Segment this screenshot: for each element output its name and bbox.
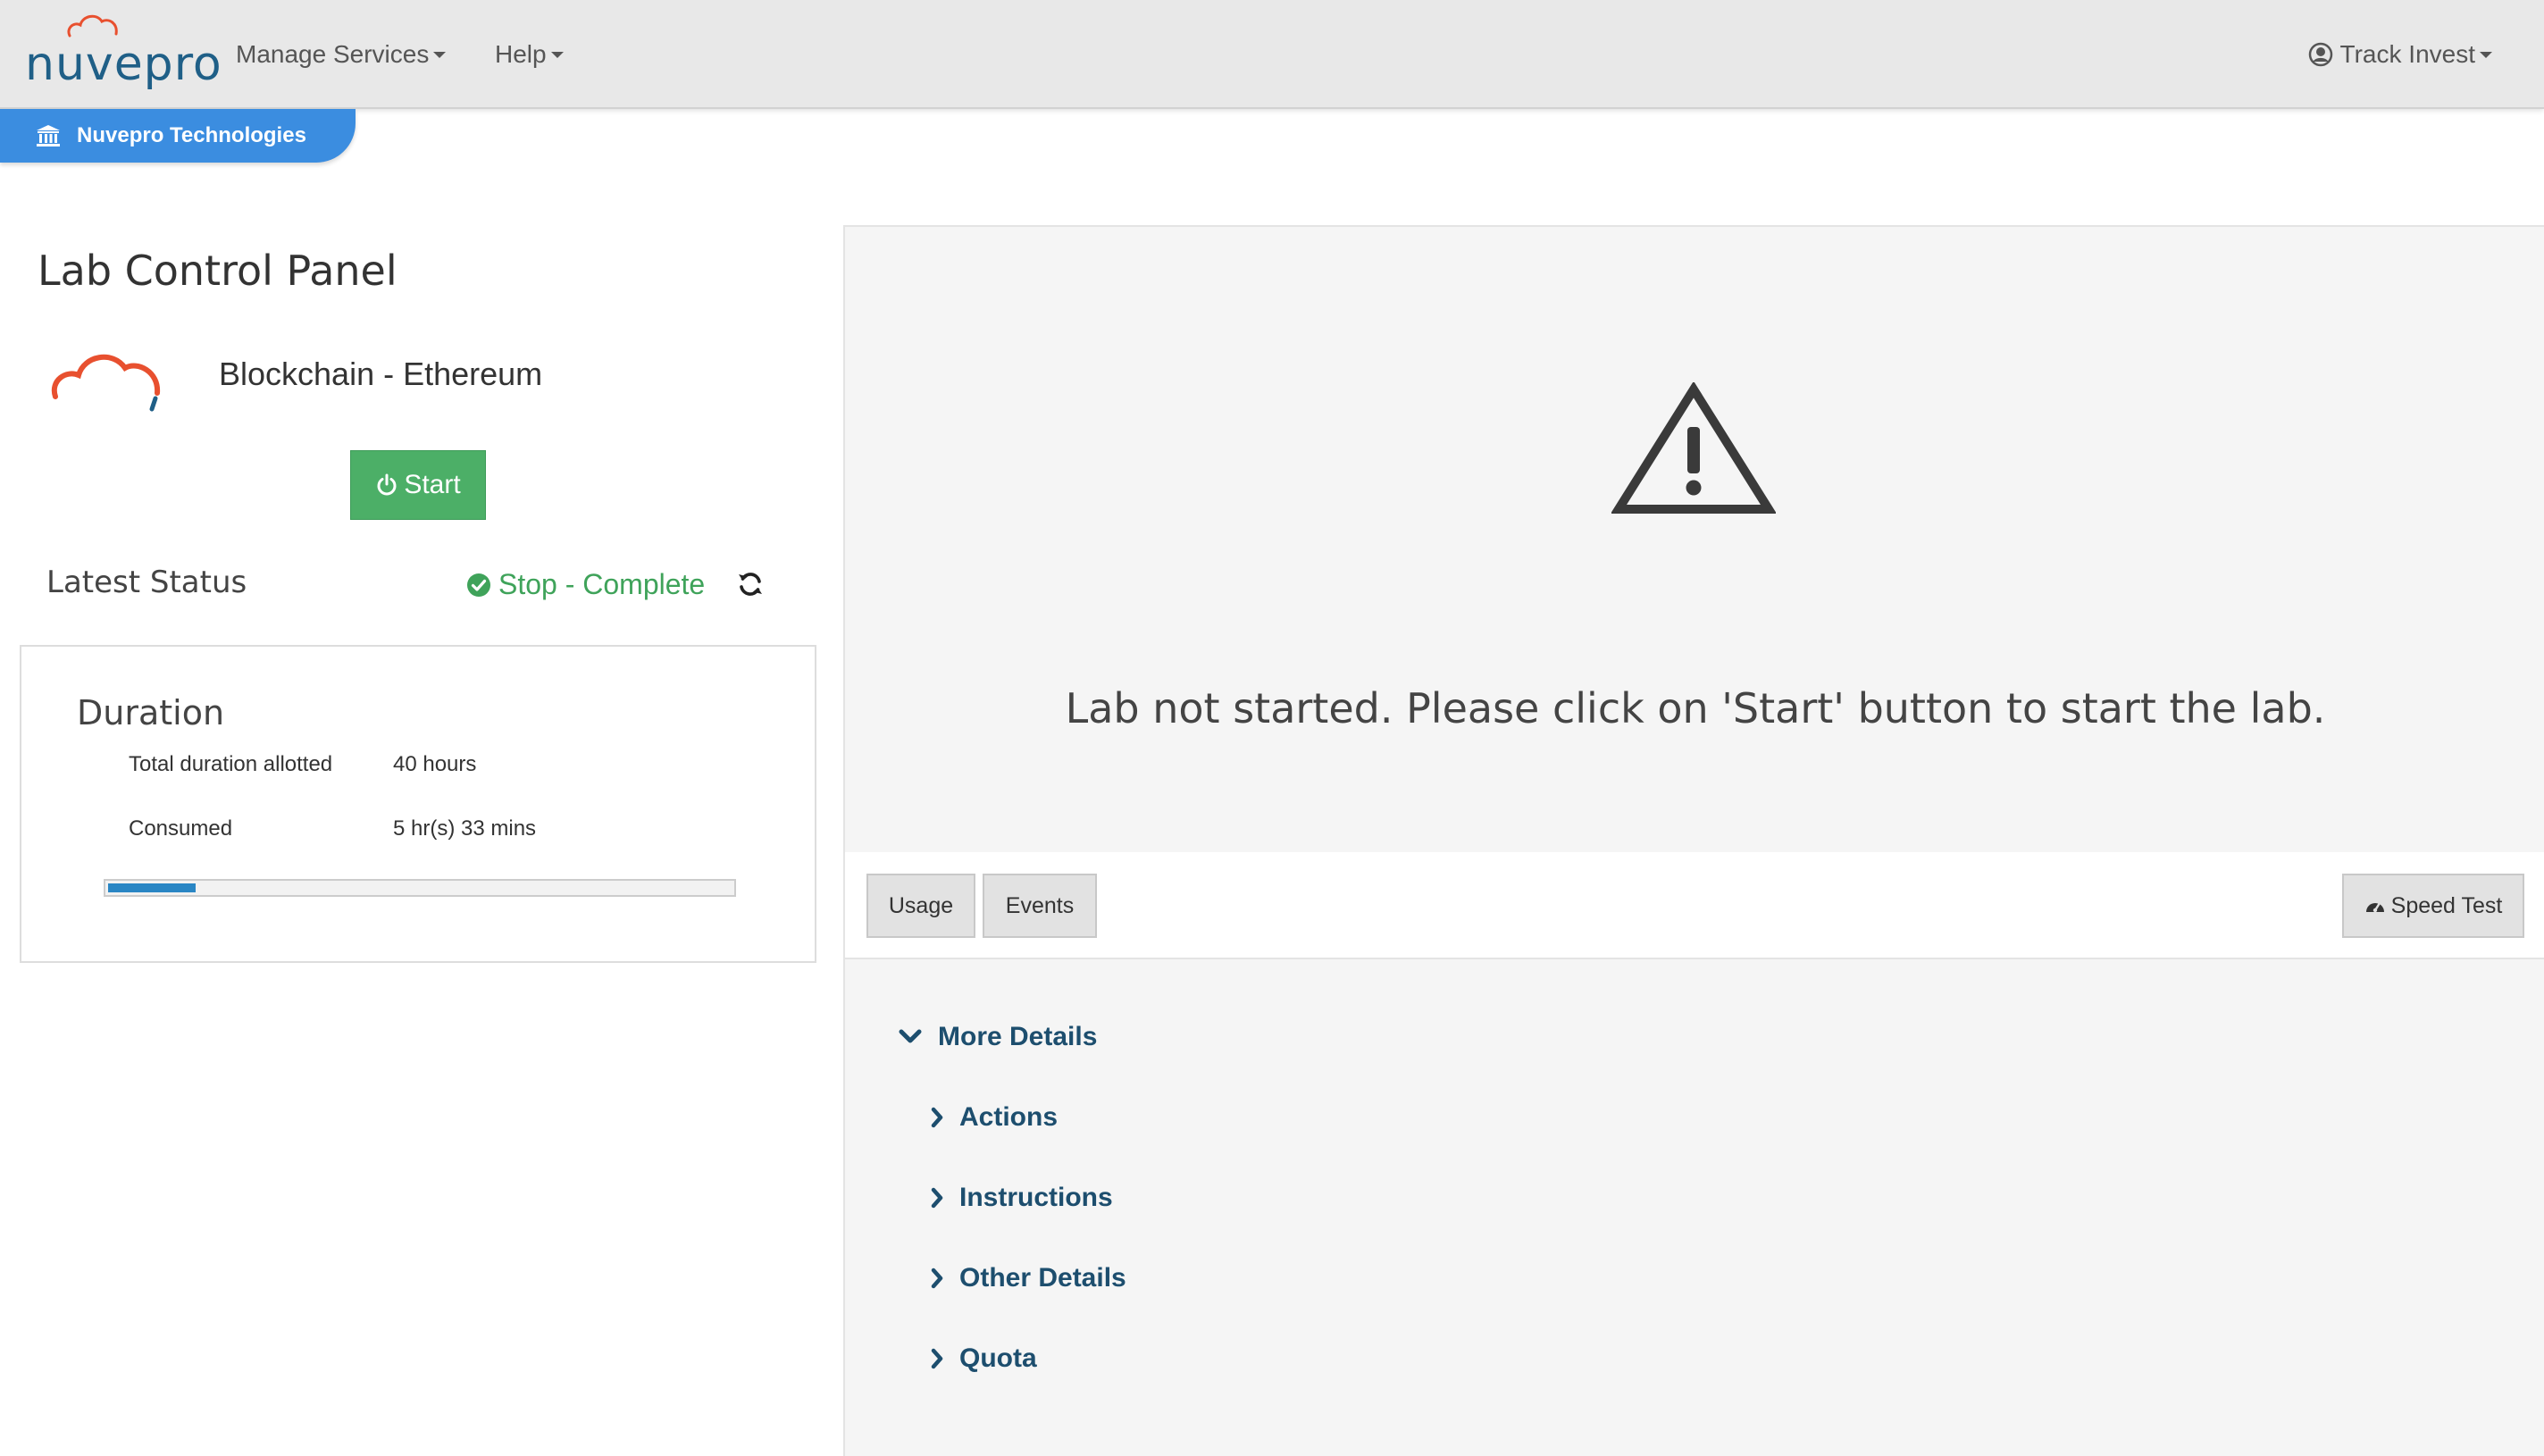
status-value: Stop - Complete bbox=[498, 568, 706, 600]
status-badge: Stop - Complete bbox=[466, 568, 705, 601]
speed-test-label: Speed Test bbox=[2390, 892, 2503, 918]
dashboard-icon bbox=[2365, 901, 2384, 913]
details-item-label: Actions bbox=[959, 1102, 1059, 1132]
consumed-value: 5 hr(s) 33 mins bbox=[393, 816, 537, 841]
details-item-quota[interactable]: Quota bbox=[931, 1343, 1037, 1374]
duration-progress-fill bbox=[108, 883, 196, 892]
details-item-label: Other Details bbox=[959, 1263, 1126, 1293]
caret-down-icon bbox=[433, 51, 447, 58]
start-button[interactable]: Start bbox=[350, 450, 486, 520]
user-circle-icon bbox=[2308, 42, 2332, 67]
user-name: Track Invest bbox=[2339, 40, 2475, 68]
chevron-right-icon bbox=[931, 1187, 943, 1209]
start-button-label: Start bbox=[404, 470, 461, 499]
chevron-down-icon bbox=[899, 1029, 922, 1043]
details-item-other-details[interactable]: Other Details bbox=[931, 1263, 1126, 1293]
usage-button[interactable]: Usage bbox=[866, 874, 975, 938]
warning-triangle-icon bbox=[1611, 382, 1776, 514]
consumed-label: Consumed bbox=[129, 816, 233, 841]
page-title: Lab Control Panel bbox=[38, 247, 398, 295]
chevron-right-icon bbox=[931, 1348, 943, 1369]
lab-name: Blockchain - Ethereum bbox=[219, 356, 543, 392]
total-duration-value: 40 hours bbox=[393, 752, 477, 776]
organization-name: Nuvepro Technologies bbox=[77, 123, 306, 147]
chevron-right-icon bbox=[931, 1107, 943, 1128]
manage-services-label: Manage Services bbox=[236, 40, 430, 68]
latest-status-label: Latest Status bbox=[46, 565, 247, 600]
caret-down-icon bbox=[550, 51, 564, 58]
top-navbar: nuvepro Manage Services Help Track Inves… bbox=[0, 0, 2544, 109]
lab-view-panel: Lab not started. Please click on 'Start'… bbox=[843, 225, 2544, 1456]
power-icon bbox=[377, 473, 397, 496]
details-item-instructions[interactable]: Instructions bbox=[931, 1183, 1113, 1213]
refresh-icon[interactable] bbox=[736, 570, 765, 598]
manage-services-menu[interactable]: Manage Services bbox=[236, 39, 447, 70]
duration-title: Duration bbox=[77, 693, 225, 732]
details-item-label: Quota bbox=[959, 1343, 1037, 1373]
details-item-actions[interactable]: Actions bbox=[931, 1102, 1058, 1133]
duration-card: Duration Total duration allotted 40 hour… bbox=[20, 645, 816, 963]
speed-test-button[interactable]: Speed Test bbox=[2342, 874, 2524, 938]
nuvepro-logo[interactable]: nuvepro bbox=[25, 13, 222, 89]
duration-progress-bar bbox=[104, 879, 736, 897]
lab-cloud-icon bbox=[51, 354, 161, 412]
total-duration-label: Total duration allotted bbox=[129, 752, 333, 776]
chevron-right-icon bbox=[931, 1268, 943, 1289]
lab-not-started-message: Lab not started. Please click on 'Start'… bbox=[1065, 684, 2326, 732]
user-menu[interactable]: Track Invest bbox=[2308, 39, 2492, 70]
details-item-label: Instructions bbox=[959, 1183, 1113, 1212]
more-details-toggle[interactable]: More Details bbox=[899, 1022, 1097, 1052]
brand-name: nuvepro bbox=[25, 38, 222, 91]
events-button[interactable]: Events bbox=[983, 874, 1097, 938]
check-circle-icon bbox=[467, 573, 490, 597]
brand-cloud-icon bbox=[67, 14, 118, 38]
organization-tab[interactable]: Nuvepro Technologies bbox=[0, 109, 356, 163]
help-menu[interactable]: Help bbox=[495, 39, 564, 70]
more-details-label: More Details bbox=[938, 1022, 1098, 1051]
caret-down-icon bbox=[2480, 51, 2492, 58]
lab-toolbar: Usage Events Speed Test bbox=[845, 852, 2544, 959]
bank-icon bbox=[37, 125, 60, 146]
help-label: Help bbox=[495, 40, 547, 68]
